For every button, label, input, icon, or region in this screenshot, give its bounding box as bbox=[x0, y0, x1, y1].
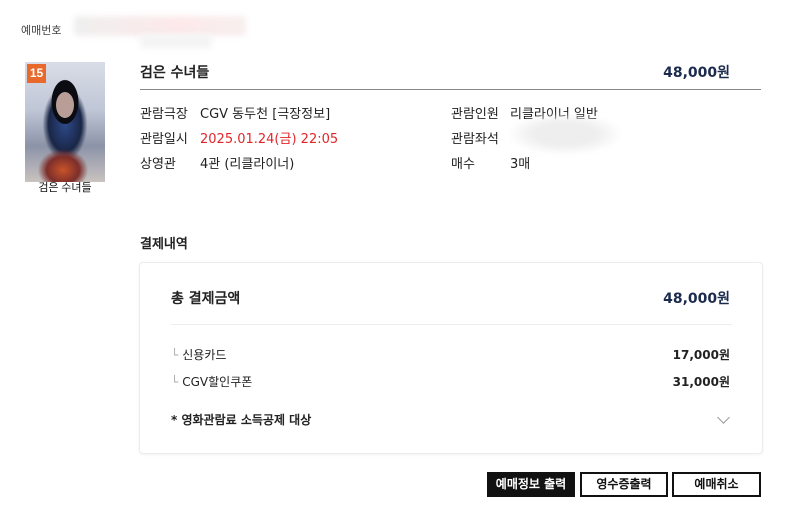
count-value: 3매 bbox=[510, 157, 531, 172]
poster-caption: 검은 수녀들 bbox=[38, 182, 92, 194]
movie-total-price: 48,000원 bbox=[663, 65, 730, 81]
payment-item-amount: 17,000원 bbox=[672, 348, 730, 362]
tax-deduction-toggle[interactable]: * 영화관람료 소득공제 대상 bbox=[171, 411, 311, 428]
age-rating-badge: 15 bbox=[27, 64, 46, 83]
payment-item-amount: 31,000원 bbox=[672, 375, 730, 389]
payment-item-label: CGV할인쿠폰 bbox=[182, 375, 253, 389]
branch-corner-icon: └ bbox=[171, 348, 179, 362]
theater-value[interactable]: CGV 동두천 [극장정보] bbox=[200, 105, 330, 125]
payment-item: └ CGV할인쿠폰 bbox=[171, 373, 252, 390]
theater-label: 관람극장 bbox=[140, 107, 188, 122]
print-ticket-button[interactable]: 예매정보 출력 bbox=[487, 472, 575, 497]
screen-value: 4관 (리클라이너) bbox=[200, 157, 295, 172]
cancel-reservation-button[interactable]: 예매취소 bbox=[672, 472, 761, 497]
branch-corner-icon: └ bbox=[171, 375, 179, 389]
detail-datetime: 관람일시 bbox=[140, 130, 188, 150]
payment-divider bbox=[171, 324, 732, 325]
seat-label: 관람좌석 bbox=[451, 132, 499, 147]
payment-item-label: 신용카드 bbox=[182, 348, 227, 362]
screen-label: 상영관 bbox=[140, 157, 176, 172]
datetime-label: 관람일시 bbox=[140, 132, 188, 147]
reservation-number-label: 예매번호 bbox=[21, 24, 62, 37]
print-receipt-button[interactable]: 영수증출력 bbox=[580, 472, 668, 497]
datetime-value: 2025.01.24(금) 22:05 bbox=[200, 132, 339, 147]
detail-screen: 상영관 bbox=[140, 155, 176, 175]
payment-section-title: 결제내역 bbox=[140, 237, 188, 252]
title-divider bbox=[140, 89, 761, 90]
payment-total-label: 총 결제금액 bbox=[171, 291, 241, 307]
reservation-number-redacted bbox=[74, 16, 246, 36]
movie-poster[interactable]: 15 검은 수녀들 bbox=[25, 62, 105, 194]
reservation-number-redacted-2 bbox=[140, 34, 212, 48]
payment-total-value: 48,000원 bbox=[663, 291, 730, 307]
detail-theater: 관람극장 bbox=[140, 105, 188, 125]
seat-value-redacted bbox=[510, 114, 620, 154]
payment-item: └ 신용카드 bbox=[171, 346, 226, 363]
audience-label: 관람인원 bbox=[451, 107, 499, 122]
movie-title: 검은 수녀들 bbox=[140, 65, 210, 81]
count-label: 매수 bbox=[451, 157, 475, 172]
poster-figure bbox=[56, 92, 74, 118]
